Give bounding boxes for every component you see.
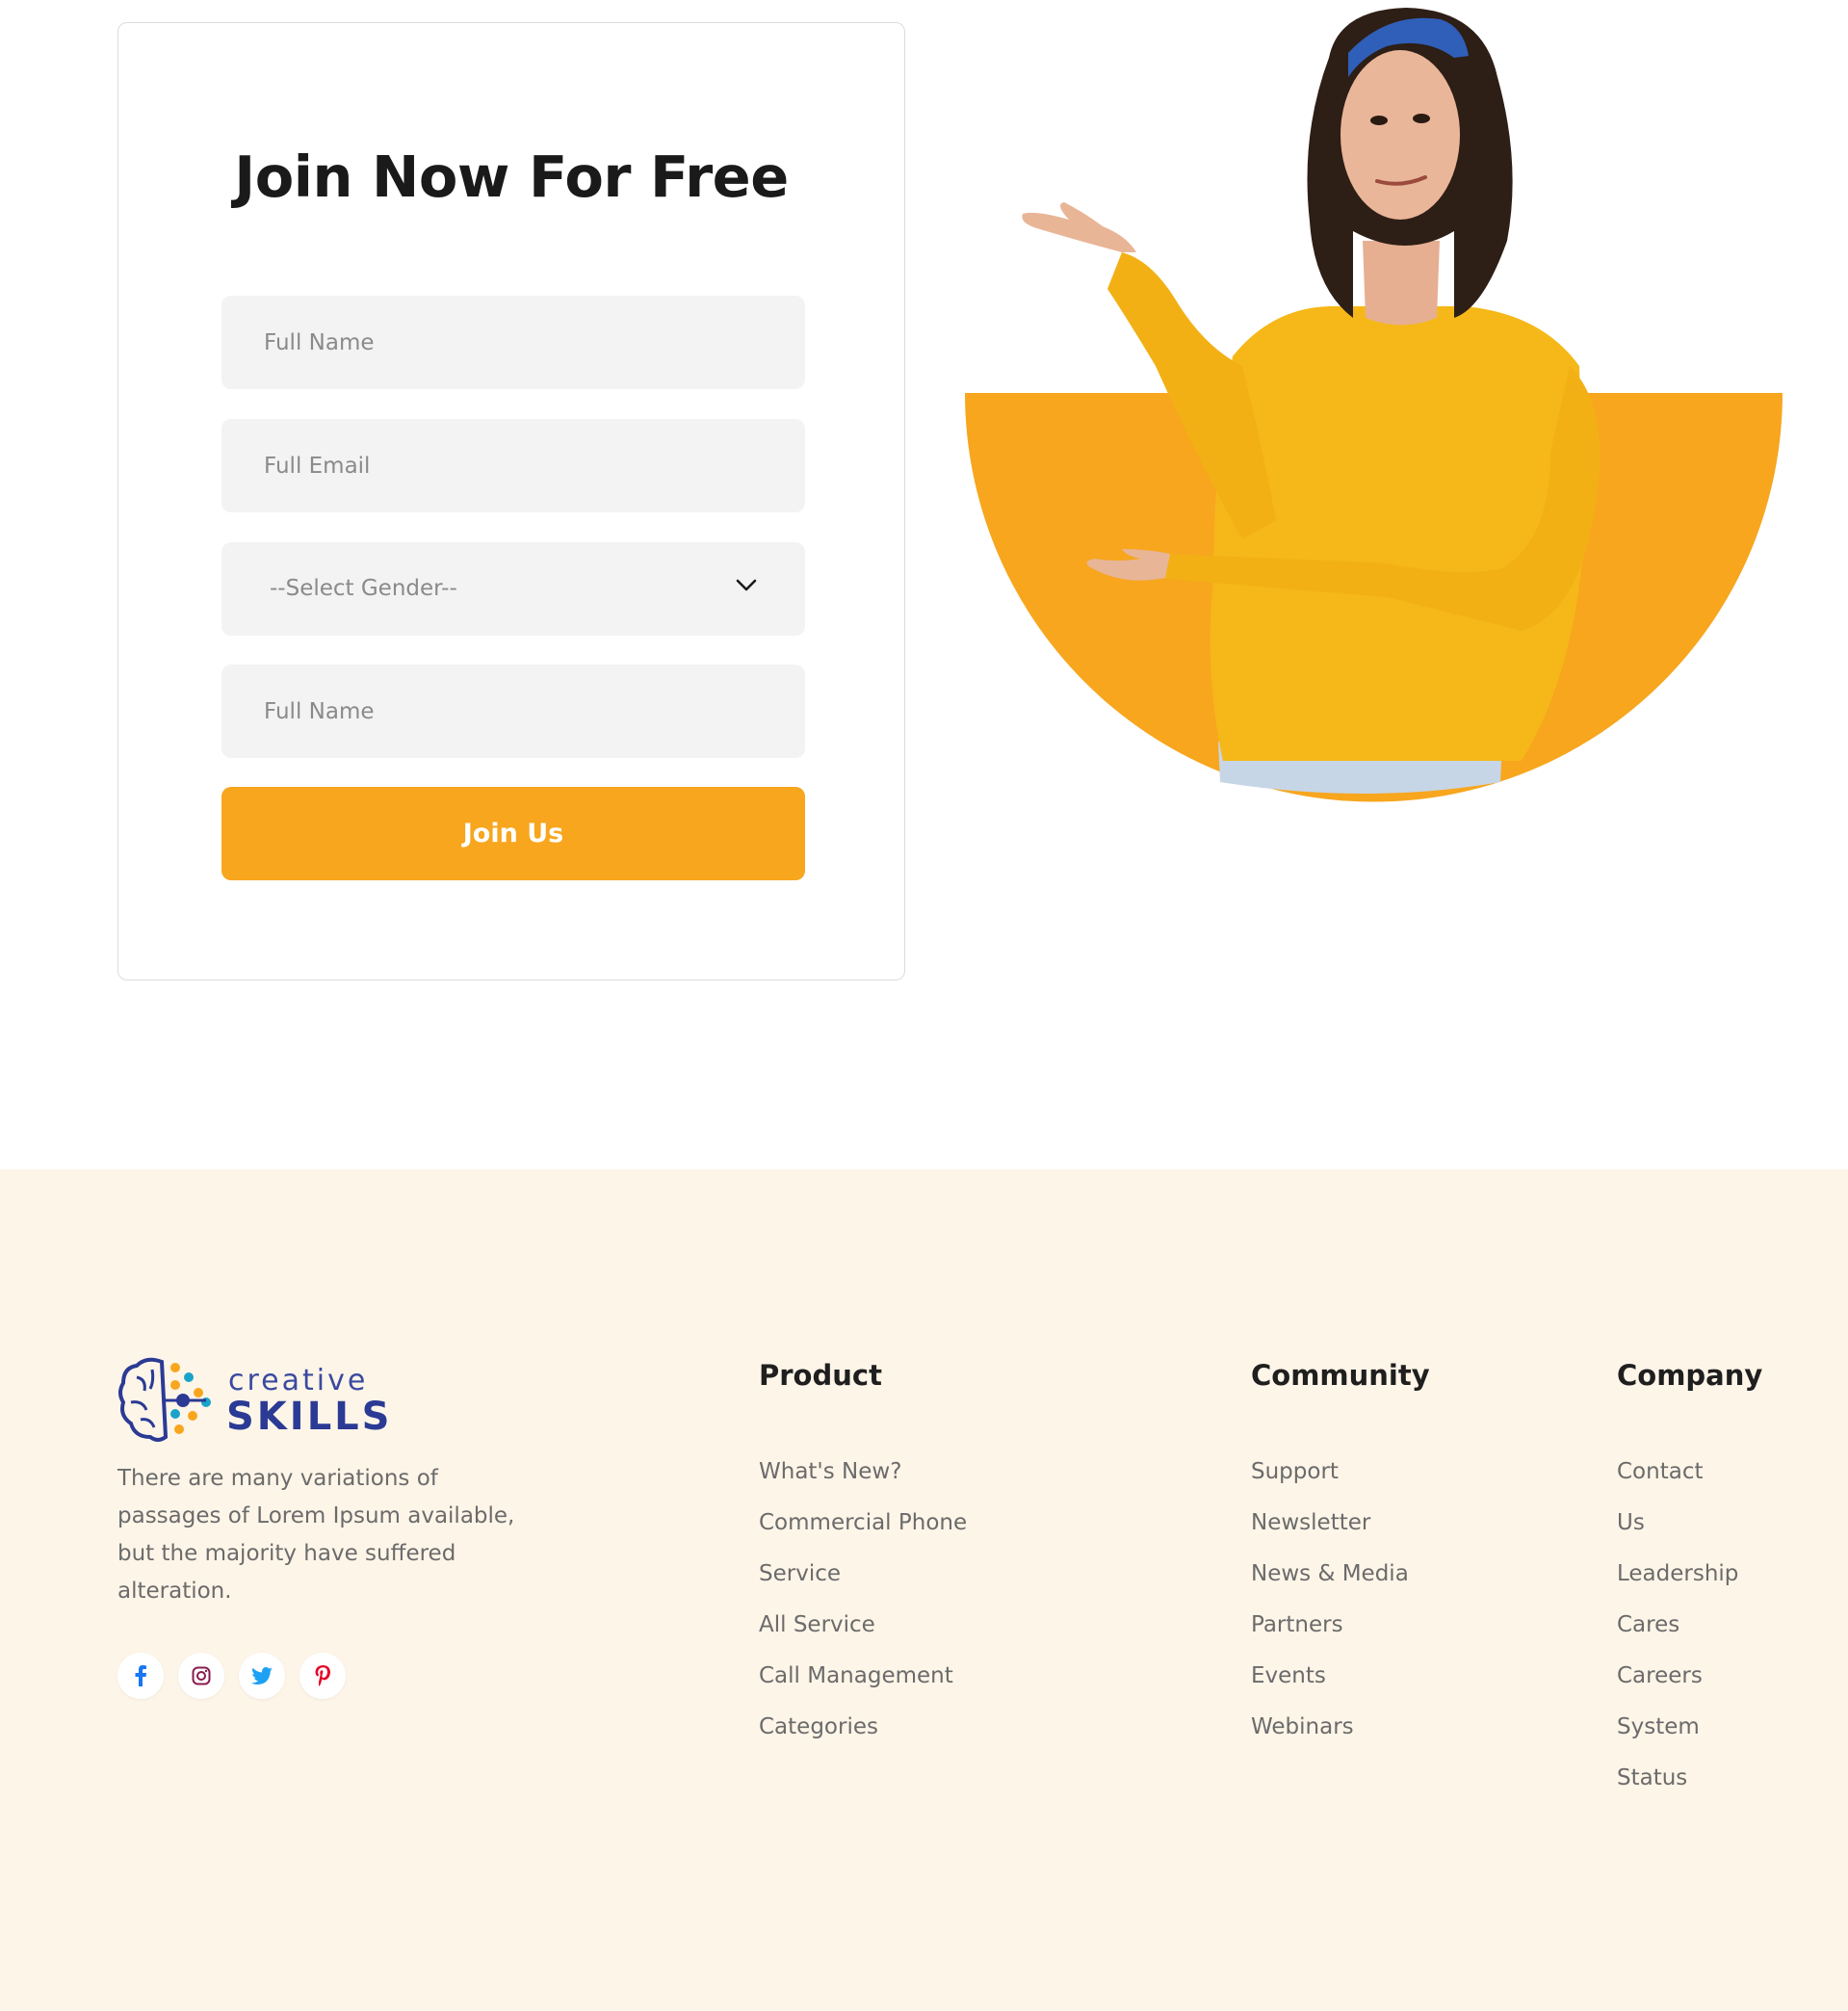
pinterest-icon bbox=[315, 1665, 330, 1686]
face-shape bbox=[1340, 50, 1460, 220]
facebook-icon bbox=[135, 1665, 146, 1686]
brain-logo-icon bbox=[118, 1357, 211, 1442]
left-eye-shape bbox=[1370, 116, 1388, 125]
facebook-link[interactable] bbox=[117, 1653, 164, 1699]
pinterest-link[interactable] bbox=[299, 1653, 346, 1699]
footer-company-title: Company bbox=[1617, 1359, 1763, 1392]
full-name-field[interactable] bbox=[221, 296, 805, 389]
gender-select-value: --Select Gender-- bbox=[270, 576, 457, 601]
footer-community-link[interactable]: Webinars bbox=[1251, 1712, 1409, 1763]
right-eye-shape bbox=[1413, 114, 1430, 123]
footer-company-link[interactable]: System bbox=[1617, 1712, 1738, 1763]
join-us-button[interactable]: Join Us bbox=[221, 787, 805, 880]
gender-select[interactable]: --Select Gender-- bbox=[221, 542, 805, 636]
footer-company-list: Contact Us Leadership Cares Careers Syst… bbox=[1617, 1457, 1738, 1815]
brand-logo[interactable]: creative SKILLS bbox=[117, 1356, 389, 1445]
footer-company-link[interactable]: Us bbox=[1617, 1508, 1738, 1559]
footer-product-link[interactable]: What's New? bbox=[759, 1457, 967, 1508]
join-form-card: Join Now For Free --Select Gender-- Join… bbox=[117, 22, 905, 980]
footer-community-link[interactable]: Newsletter bbox=[1251, 1508, 1409, 1559]
footer-company-link[interactable]: Cares bbox=[1617, 1610, 1738, 1661]
instagram-icon bbox=[192, 1666, 211, 1685]
footer-product-link[interactable]: Call Management bbox=[759, 1661, 967, 1712]
footer-company-link[interactable]: Careers bbox=[1617, 1661, 1738, 1712]
footer-company-link[interactable]: Leadership bbox=[1617, 1559, 1738, 1610]
neck-shape bbox=[1363, 241, 1440, 326]
chevron-down-icon bbox=[736, 579, 757, 591]
footer-product-link[interactable]: Commercial Phone bbox=[759, 1508, 967, 1559]
join-section: Join Now For Free --Select Gender-- Join… bbox=[0, 0, 1848, 1169]
full-name-input[interactable] bbox=[221, 296, 805, 389]
brand-name-line2: SKILLS bbox=[226, 1395, 393, 1439]
footer-product-link[interactable]: Categories bbox=[759, 1712, 967, 1763]
footer-product-link[interactable]: Service bbox=[759, 1559, 967, 1610]
footer-company-link[interactable]: Contact bbox=[1617, 1457, 1738, 1508]
full-email-input[interactable] bbox=[221, 419, 805, 512]
social-links bbox=[117, 1653, 346, 1699]
twitter-icon bbox=[251, 1667, 273, 1685]
footer-product-link[interactable]: All Service bbox=[759, 1610, 967, 1661]
full-name-input-2[interactable] bbox=[221, 665, 805, 758]
hero-illustration bbox=[965, 8, 1783, 802]
instagram-link[interactable] bbox=[178, 1653, 224, 1699]
footer-description: There are many variations of passages of… bbox=[117, 1466, 515, 1604]
footer-product-list: What's New? Commercial Phone Service All… bbox=[759, 1457, 967, 1763]
brand-name-line1: creative bbox=[228, 1364, 369, 1397]
form-title: Join Now For Free bbox=[234, 144, 789, 210]
footer-community-link[interactable]: Events bbox=[1251, 1661, 1409, 1712]
footer-company-link[interactable]: Status bbox=[1617, 1763, 1738, 1815]
upper-hand-shape bbox=[1022, 202, 1136, 252]
footer-community-link[interactable]: News & Media bbox=[1251, 1559, 1409, 1610]
footer-community-list: Support Newsletter News & Media Partners… bbox=[1251, 1457, 1409, 1763]
full-name-field-2[interactable] bbox=[221, 665, 805, 758]
footer-community-link[interactable]: Support bbox=[1251, 1457, 1409, 1508]
footer-community-link[interactable]: Partners bbox=[1251, 1610, 1409, 1661]
full-email-field[interactable] bbox=[221, 419, 805, 512]
footer-community-title: Community bbox=[1251, 1359, 1430, 1392]
sweater-torso-shape bbox=[1210, 306, 1584, 761]
footer-product-title: Product bbox=[759, 1359, 882, 1392]
twitter-link[interactable] bbox=[239, 1653, 285, 1699]
